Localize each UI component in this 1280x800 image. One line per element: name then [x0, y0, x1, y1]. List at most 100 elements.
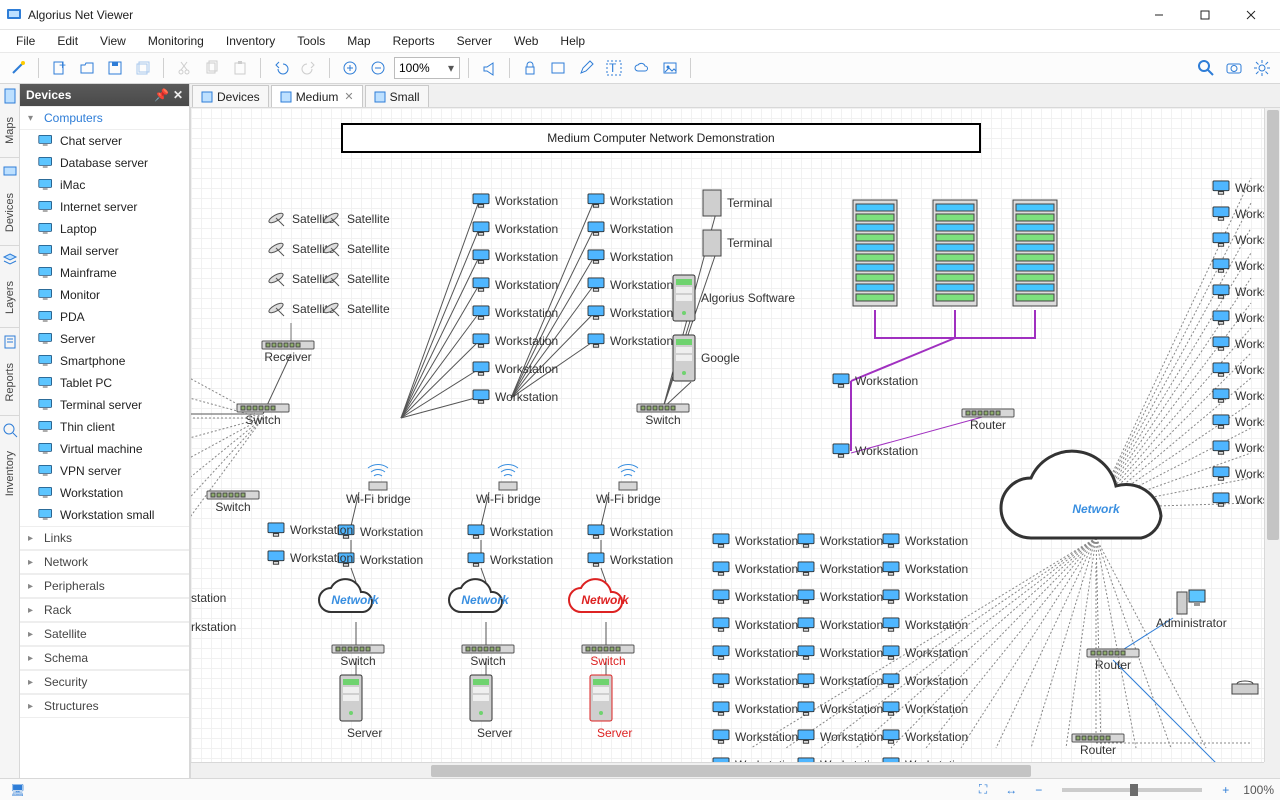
map-node[interactable]: Satellite: [321, 268, 390, 290]
close-icon[interactable]: ✕: [173, 88, 183, 102]
map-node[interactable]: [1011, 198, 1059, 308]
menu-edit[interactable]: Edit: [47, 32, 88, 50]
device-item[interactable]: Workstation small: [20, 504, 189, 526]
map-node[interactable]: Workst: [1211, 362, 1272, 378]
image-icon[interactable]: [658, 56, 682, 80]
map-node[interactable]: Workst: [1211, 388, 1272, 404]
device-item[interactable]: VPN server: [20, 460, 189, 482]
new-file-icon[interactable]: +: [47, 56, 71, 80]
map-node[interactable]: Wi-Fi bridge: [596, 458, 661, 506]
inventory-icon[interactable]: [2, 422, 18, 438]
window-minimize-button[interactable]: [1136, 0, 1182, 30]
device-item[interactable]: Database server: [20, 152, 189, 174]
map-node[interactable]: Server: [347, 726, 382, 740]
map-node[interactable]: Workstation: [471, 361, 558, 377]
map-node[interactable]: Workstation: [881, 617, 968, 633]
map-node[interactable]: Wi-Fi bridge: [346, 458, 411, 506]
map-node[interactable]: Switch: [236, 403, 290, 427]
doc-icon[interactable]: [2, 88, 18, 104]
window-maximize-button[interactable]: [1182, 0, 1228, 30]
map-node[interactable]: Switch: [206, 490, 260, 514]
menu-help[interactable]: Help: [550, 32, 595, 50]
device-item[interactable]: Thin client: [20, 416, 189, 438]
map-node[interactable]: Workst: [1211, 440, 1272, 456]
device-item[interactable]: Chat server: [20, 130, 189, 152]
document-tab[interactable]: Devices: [192, 85, 269, 107]
map-node[interactable]: Router: [1071, 733, 1125, 757]
fit-window-icon[interactable]: ⛶: [975, 782, 991, 797]
map-node[interactable]: Workst: [1211, 466, 1272, 482]
fit-width-icon[interactable]: ↔: [1001, 783, 1021, 797]
device-item[interactable]: Monitor: [20, 284, 189, 306]
zoom-plus-icon[interactable]: +: [1218, 783, 1233, 797]
side-tab-layers[interactable]: Layers: [1, 272, 19, 323]
map-node[interactable]: Administrator: [1156, 588, 1227, 630]
map-node[interactable]: Workstation: [266, 522, 353, 538]
map-node[interactable]: Router: [961, 408, 1015, 432]
map-node[interactable]: Workstation: [711, 561, 798, 577]
device-item[interactable]: PDA: [20, 306, 189, 328]
map-node[interactable]: Workstation: [711, 645, 798, 661]
edit-icon[interactable]: [574, 56, 598, 80]
search-icon[interactable]: [1194, 56, 1218, 80]
copy-icon[interactable]: [200, 56, 224, 80]
side-tab-devices[interactable]: Devices: [1, 184, 19, 241]
map-node[interactable]: rkstation: [191, 620, 236, 634]
chevron-down-icon[interactable]: ▾: [443, 61, 459, 75]
open-folder-icon[interactable]: [75, 56, 99, 80]
map-node[interactable]: Workstation: [471, 389, 558, 405]
device-item[interactable]: Internet server: [20, 196, 189, 218]
map-node[interactable]: Workstation: [796, 701, 883, 717]
map-node[interactable]: station: [191, 591, 226, 605]
map-node[interactable]: Workst: [1211, 492, 1272, 508]
map-node[interactable]: Workst: [1211, 310, 1272, 326]
map-node[interactable]: Workstation: [466, 524, 553, 540]
category-computers[interactable]: ▾Computers: [20, 106, 189, 130]
map-node[interactable]: Workstation: [796, 561, 883, 577]
device-item[interactable]: Terminal server: [20, 394, 189, 416]
map-node[interactable]: Workstation: [796, 617, 883, 633]
undo-icon[interactable]: [269, 56, 293, 80]
category-collapsed[interactable]: ▸Network: [20, 550, 189, 574]
menu-monitoring[interactable]: Monitoring: [138, 32, 214, 50]
save-icon[interactable]: [103, 56, 127, 80]
map-node[interactable]: Terminal: [701, 188, 772, 218]
device-item[interactable]: Laptop: [20, 218, 189, 240]
category-collapsed[interactable]: ▸Satellite: [20, 622, 189, 646]
zoom-out-icon[interactable]: [366, 56, 390, 80]
category-collapsed[interactable]: ▸Rack: [20, 598, 189, 622]
reports-icon[interactable]: [2, 334, 18, 350]
map-node[interactable]: [588, 673, 614, 723]
map-node[interactable]: Workstation: [881, 645, 968, 661]
map-node[interactable]: Network: [311, 578, 399, 622]
map-node[interactable]: Server: [477, 726, 512, 740]
map-node[interactable]: Workstation: [586, 221, 673, 237]
map-node[interactable]: Switch: [581, 644, 635, 668]
map-node[interactable]: Workstation: [796, 589, 883, 605]
map-node[interactable]: Wi-Fi bridge: [476, 458, 541, 506]
device-item[interactable]: Server: [20, 328, 189, 350]
menu-web[interactable]: Web: [504, 32, 548, 50]
side-tab-maps[interactable]: Maps: [1, 108, 19, 153]
map-node[interactable]: Workst: [1211, 414, 1272, 430]
frame-icon[interactable]: [546, 56, 570, 80]
menu-map[interactable]: Map: [337, 32, 380, 50]
map-node[interactable]: Workstation: [586, 552, 673, 568]
map-node[interactable]: [851, 198, 899, 308]
menu-tools[interactable]: Tools: [287, 32, 335, 50]
map-node[interactable]: Workst: [1211, 206, 1272, 222]
map-node[interactable]: Switch: [331, 644, 385, 668]
monitor-icon[interactable]: [2, 164, 18, 180]
map-node[interactable]: Satellite: [321, 298, 390, 320]
zoom-combobox[interactable]: ▾: [394, 57, 460, 79]
map-node[interactable]: Workstation: [796, 729, 883, 745]
map-node[interactable]: Workstation: [466, 552, 553, 568]
map-node[interactable]: Workstation: [586, 524, 673, 540]
device-item[interactable]: Virtual machine: [20, 438, 189, 460]
device-item[interactable]: Workstation: [20, 482, 189, 504]
map-node[interactable]: Workstation: [881, 589, 968, 605]
side-tab-inventory[interactable]: Inventory: [1, 442, 19, 505]
redo-icon[interactable]: [297, 56, 321, 80]
map-node[interactable]: Workstation: [711, 589, 798, 605]
menu-reports[interactable]: Reports: [383, 32, 445, 50]
